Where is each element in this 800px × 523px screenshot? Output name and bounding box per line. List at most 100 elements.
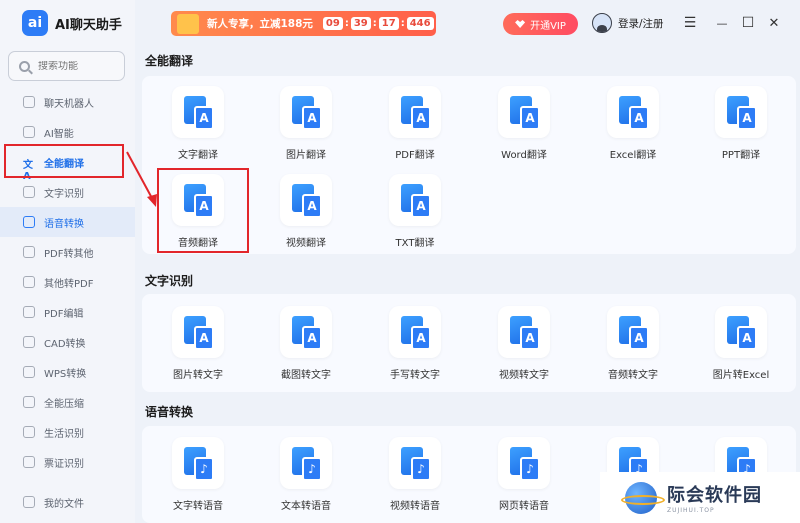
life-icon (23, 426, 35, 438)
sidebar-item-label: CAD转换 (44, 338, 86, 350)
promo-banner[interactable]: 新人专享，立减188元 09 : 39 : 17 : 446 (171, 11, 436, 36)
ai-icon (23, 126, 35, 138)
tool-label: 文本转语音 (281, 501, 331, 512)
tool-screenshot-to-text[interactable]: ✂A 截图转文字 (256, 306, 356, 386)
tool-label: 网页转语音 (499, 501, 549, 512)
sidebar-item-ocr[interactable]: 文字识别 (0, 177, 135, 207)
tool-label: Excel翻译 (609, 150, 657, 161)
tool-text-translate[interactable]: 文A 文字翻译 (148, 86, 248, 166)
text-translate-icon: 文A (172, 86, 224, 138)
tool-word-translate[interactable]: WA Word翻译 (474, 86, 574, 166)
image-to-excel-icon: ✕A (715, 306, 767, 358)
pdf-translate-icon: PA (389, 86, 441, 138)
sidebar-item-wps[interactable]: WPS转换 (0, 357, 135, 387)
sidebar-item-label: 生活识别 (44, 428, 84, 440)
app-brand: ai AI聊天助手 (22, 10, 122, 36)
chatbot-icon (23, 96, 35, 108)
tool-web-to-speech[interactable]: </>♪ 网页转语音 (474, 437, 574, 517)
text-to-speech-icon: 文♪ (172, 437, 224, 489)
sidebar-item-label: 全能压缩 (44, 398, 84, 410)
sidebar-item-label: AI智能 (44, 128, 74, 140)
watermark-logo (621, 481, 665, 514)
pdf-edit-icon (23, 306, 35, 318)
sidebar-item-voice[interactable]: 语音转换 (0, 207, 135, 237)
tool-label: 文字转语音 (173, 501, 223, 512)
sidebar: ai AI聊天助手 聊天机器人 AI智能 文A全能翻译 文字识别 语音转换 PD… (0, 0, 135, 523)
text-recognition-icon (23, 186, 35, 198)
tool-label: 图片转Excel (712, 370, 770, 381)
sidebar-item-label: PDF转其他 (44, 248, 94, 260)
tool-text-to-speech[interactable]: 文♪ 文字转语音 (148, 437, 248, 517)
app-logo-icon: ai (22, 10, 48, 36)
excel-translate-icon: XA (607, 86, 659, 138)
tool-label: 图片翻译 (286, 150, 326, 161)
pointer-arrow-icon (126, 151, 157, 207)
wps-icon (23, 366, 35, 378)
tool-video-translate[interactable]: ▶A 视频翻译 (256, 174, 356, 254)
tool-ppt-translate[interactable]: ◔A PPT翻译 (691, 86, 791, 166)
pdf-convert-icon (23, 276, 35, 288)
sidebar-item-chatbot[interactable]: 聊天机器人 (0, 87, 135, 117)
sidebar-item-cad[interactable]: CAD转换 (0, 327, 135, 357)
sidebar-item-label: 聊天机器人 (44, 98, 94, 110)
doc-to-speech-icon: ≡♪ (280, 437, 332, 489)
sidebar-item-other-to-pdf[interactable]: 其他转PDF (0, 267, 135, 297)
login-button[interactable]: 登录/注册 (592, 13, 664, 33)
search-input[interactable] (38, 60, 108, 72)
my-files-label: 我的文件 (44, 498, 84, 510)
section-title-voice: 语音转换 (145, 405, 194, 419)
tool-handwriting-to-text[interactable]: ✎A 手写转文字 (365, 306, 465, 386)
timer-seconds: 17 (378, 17, 399, 30)
menu-icon[interactable]: ☰ (681, 14, 699, 32)
sidebar-item-compress[interactable]: 全能压缩 (0, 387, 135, 417)
sidebar-item-label: 语音转换 (44, 218, 84, 230)
sidebar-item-life[interactable]: 生活识别 (0, 417, 135, 447)
tool-label: PPT翻译 (721, 150, 761, 161)
sidebar-item-label: PDF编辑 (44, 308, 84, 320)
section-title-translate: 全能翻译 (145, 54, 194, 68)
web-to-speech-icon: </>♪ (498, 437, 550, 489)
timer-minutes: 39 (350, 17, 371, 30)
video-to-speech-icon: ▶♪ (389, 437, 441, 489)
timer-hours: 09 (322, 17, 343, 30)
tool-image-to-excel[interactable]: ✕A 图片转Excel (691, 306, 791, 386)
close-icon[interactable]: ✕ (765, 14, 783, 32)
tool-audio-to-text[interactable]: ))A 音频转文字 (583, 306, 683, 386)
screenshot-to-text-icon: ✂A (280, 306, 332, 358)
avatar-icon (592, 13, 612, 33)
watermark: 际会软件园 ZUJIHUI.TOP (600, 472, 800, 523)
main-content: 全能翻译 文字识别 语音转换 文A文字翻译 ▲A图片翻译 PAPDF翻译 WAW… (135, 46, 800, 523)
tool-label: 图片转文字 (173, 370, 223, 381)
tool-excel-translate[interactable]: XA Excel翻译 (583, 86, 683, 166)
ppt-translate-icon: ◔A (715, 86, 767, 138)
tool-label: PDF翻译 (395, 150, 435, 161)
sidebar-item-ai[interactable]: AI智能 (0, 117, 135, 147)
tool-video-to-text[interactable]: ▶A 视频转文字 (474, 306, 574, 386)
vip-button[interactable]: 开通VIP (503, 13, 578, 35)
tool-video-to-speech[interactable]: ▶♪ 视频转语音 (365, 437, 465, 517)
sidebar-item-ticket[interactable]: 票证识别 (0, 447, 135, 477)
tool-pdf-translate[interactable]: PA PDF翻译 (365, 86, 465, 166)
search-box[interactable] (8, 51, 125, 81)
tool-image-translate[interactable]: ▲A 图片翻译 (256, 86, 356, 166)
minimize-icon[interactable]: — (713, 14, 731, 32)
sidebar-item-pdf-edit[interactable]: PDF编辑 (0, 297, 135, 327)
tool-doc-to-speech[interactable]: ≡♪ 文本转语音 (256, 437, 356, 517)
sidebar-item-pdf-to-other[interactable]: PDF转其他 (0, 237, 135, 267)
vip-icon (515, 20, 526, 28)
tool-txt-translate[interactable]: TA TXT翻译 (365, 174, 465, 254)
ticket-icon (23, 456, 35, 468)
tool-label: 视频转文字 (499, 370, 549, 381)
tool-label: 手写转文字 (390, 370, 440, 381)
video-to-text-icon: ▶A (498, 306, 550, 358)
tool-label: 截图转文字 (281, 370, 331, 381)
voice-icon (23, 216, 35, 228)
tool-image-to-text[interactable]: ▲A 图片转文字 (148, 306, 248, 386)
tool-label: 视频转语音 (390, 501, 440, 512)
sidebar-item-my-files[interactable]: 我的文件 (0, 488, 135, 516)
image-translate-icon: ▲A (280, 86, 332, 138)
sidebar-item-label: 票证识别 (44, 458, 84, 470)
maximize-icon[interactable]: ☐ (739, 14, 757, 32)
word-translate-icon: WA (498, 86, 550, 138)
tool-label: 音频转文字 (608, 370, 658, 381)
